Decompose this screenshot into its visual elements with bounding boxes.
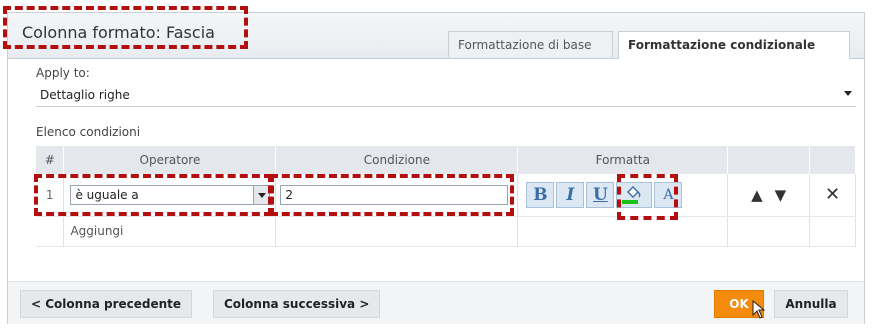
fill-color-button[interactable] bbox=[616, 181, 653, 208]
bold-button[interactable]: B bbox=[526, 181, 555, 208]
dialog-footer: < Colonna precedente Colonna successiva … bbox=[8, 281, 864, 324]
table-header-row: # Operatore Condizione Formatta bbox=[36, 146, 856, 174]
add-row-number bbox=[36, 216, 65, 247]
column-header-operator: Operatore bbox=[63, 146, 277, 174]
format-toolbar: B I U A bbox=[526, 181, 727, 208]
add-condition-link[interactable]: Aggiungi bbox=[64, 224, 123, 238]
cancel-button[interactable]: Annulla bbox=[774, 290, 848, 318]
format-column-dialog: Colonna formato: Fascia Formattazione di… bbox=[7, 12, 865, 324]
fill-color-swatch bbox=[622, 199, 639, 204]
operator-cell: è uguale a bbox=[63, 174, 277, 217]
row-number: 1 bbox=[36, 174, 65, 217]
previous-column-button[interactable]: < Colonna precedente bbox=[20, 290, 193, 318]
condition-input[interactable]: 2 bbox=[280, 184, 509, 205]
paint-bucket-icon bbox=[627, 185, 641, 198]
italic-button[interactable]: I bbox=[556, 181, 585, 208]
close-icon[interactable]: ✕ bbox=[825, 184, 840, 205]
format-cell: B I U A bbox=[517, 174, 729, 217]
add-row: Aggiungi bbox=[36, 216, 856, 247]
move-down-icon[interactable]: ▼ bbox=[775, 186, 787, 204]
order-cell: ▲ ▼ bbox=[727, 174, 811, 217]
column-header-format: Formatta bbox=[517, 146, 729, 174]
underline-button[interactable]: U bbox=[586, 181, 615, 208]
table-row: 1 è uguale a 2 B I U A ▲ ▼ ✕ bbox=[36, 174, 856, 217]
delete-cell: ✕ bbox=[809, 174, 856, 217]
condition-cell: 2 bbox=[275, 174, 519, 217]
font-color-button[interactable]: A bbox=[654, 181, 683, 208]
conditions-list-label: Elenco condizioni bbox=[36, 125, 141, 139]
next-column-button[interactable]: Colonna successiva > bbox=[213, 290, 381, 318]
dialog-titlebar: Colonna formato: Fascia Formattazione di… bbox=[8, 13, 864, 59]
add-cell: Aggiungi bbox=[63, 216, 277, 247]
tab-basic-formatting[interactable]: Formattazione di base bbox=[448, 31, 613, 57]
column-header-delete bbox=[809, 146, 856, 174]
apply-to-select[interactable]: Dettaglio righe bbox=[36, 85, 856, 107]
dialog-title: Colonna formato: Fascia bbox=[22, 23, 215, 42]
apply-to-value: Dettaglio righe bbox=[40, 88, 130, 102]
operator-value: è uguale a bbox=[75, 187, 139, 202]
conditions-table: # Operatore Condizione Formatta 1 è ugua… bbox=[36, 146, 856, 247]
move-up-icon[interactable]: ▲ bbox=[751, 186, 763, 204]
cursor-icon bbox=[752, 300, 766, 319]
operator-select[interactable]: è uguale a bbox=[70, 184, 271, 205]
column-header-order bbox=[727, 146, 811, 174]
tab-conditional-formatting[interactable]: Formattazione condizionale bbox=[618, 31, 850, 59]
chevron-down-icon[interactable] bbox=[253, 185, 270, 204]
column-header-condition: Condizione bbox=[275, 146, 519, 174]
chevron-down-icon bbox=[844, 91, 852, 96]
apply-to-label: Apply to: bbox=[36, 66, 90, 80]
column-header-number: # bbox=[36, 146, 65, 174]
